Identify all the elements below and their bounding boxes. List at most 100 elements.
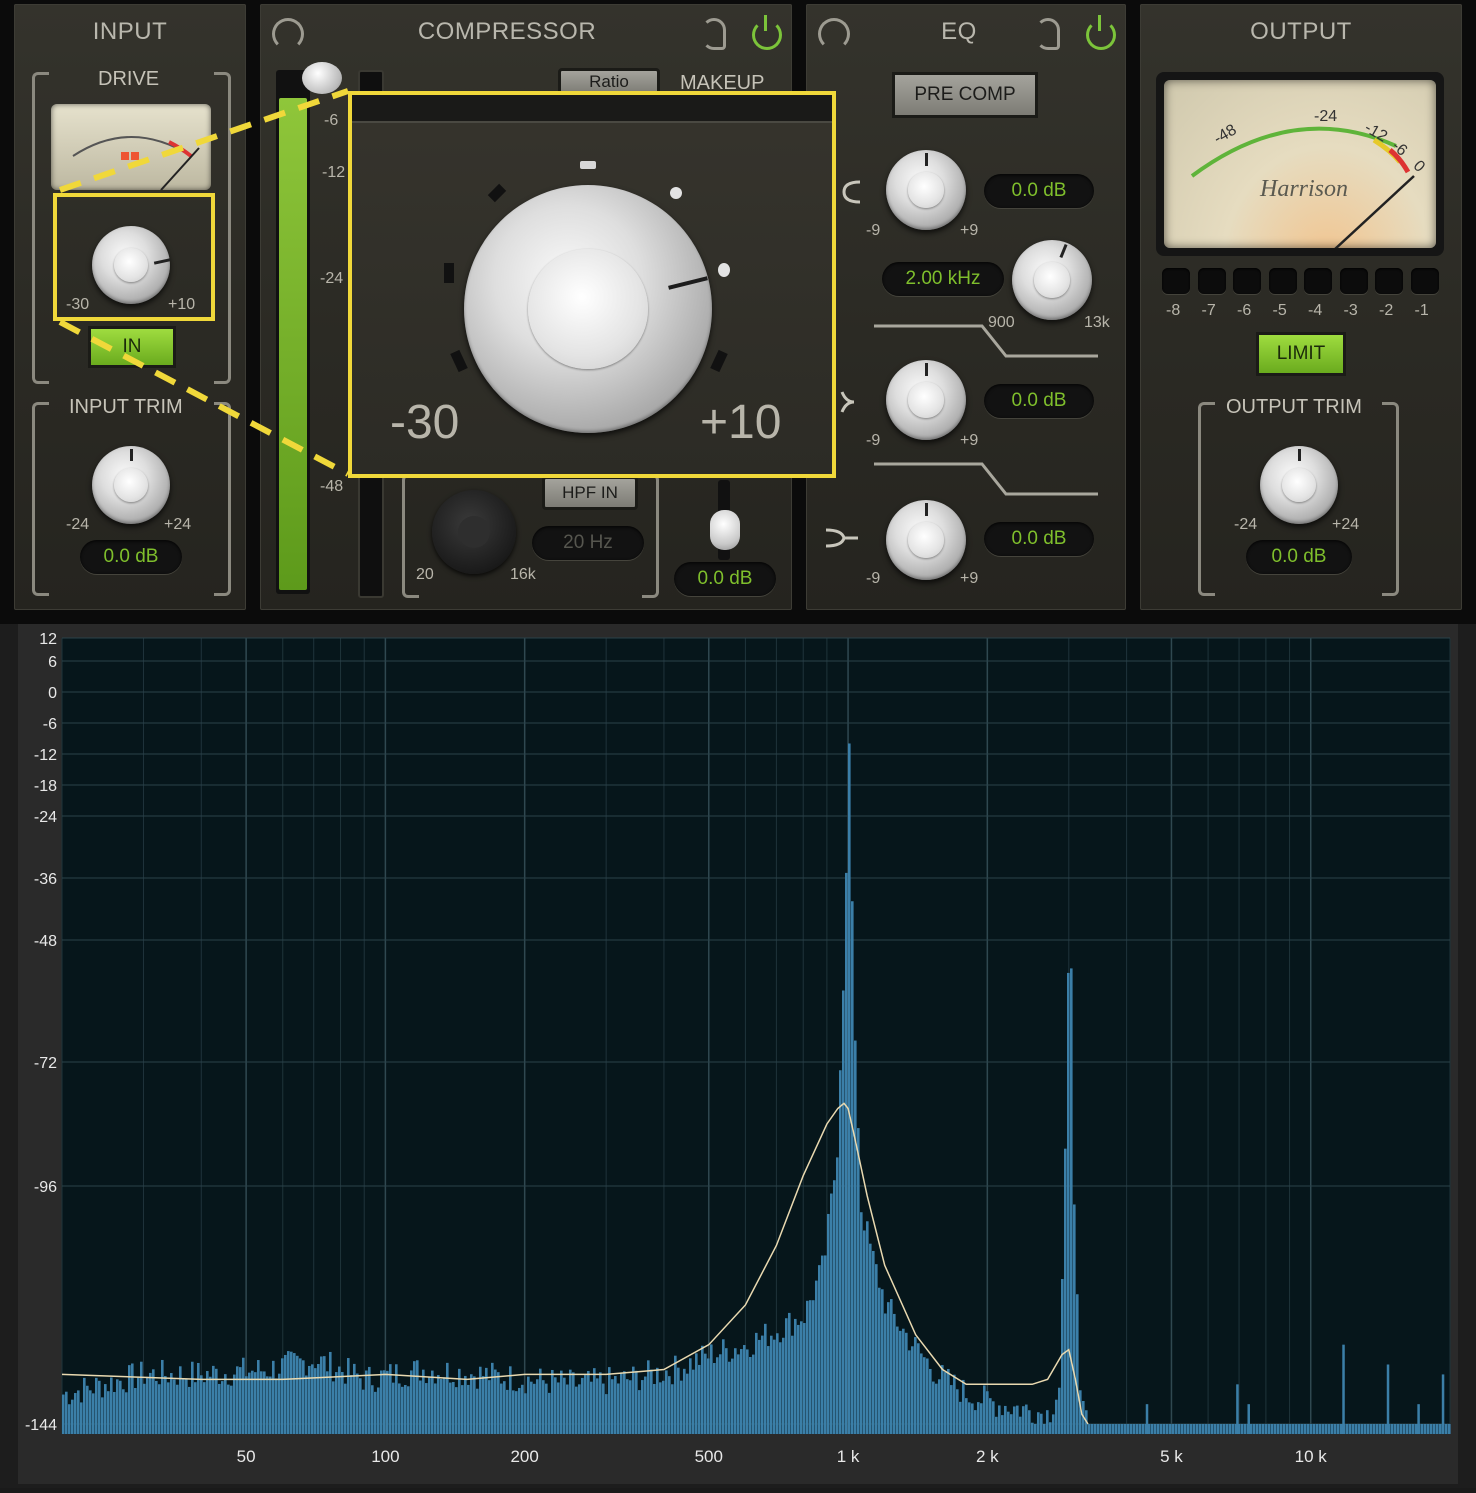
spectrum-bar bbox=[956, 1389, 959, 1434]
makeup-fader-handle[interactable] bbox=[710, 510, 740, 550]
spectrum-bar bbox=[455, 1387, 458, 1434]
eq-low-gain-value[interactable]: 0.0 dB bbox=[984, 174, 1094, 208]
spectrum-bar bbox=[320, 1356, 323, 1434]
x-tick-label: 50 bbox=[237, 1447, 256, 1466]
spectrum-bar bbox=[467, 1384, 470, 1434]
spectrum-bar bbox=[1115, 1424, 1118, 1434]
spectrum-bar bbox=[830, 1193, 833, 1434]
hpf-frequency-knob[interactable] bbox=[432, 490, 516, 574]
spectrum-bar bbox=[1259, 1424, 1262, 1434]
spectrum-bar bbox=[554, 1377, 557, 1434]
y-tick-label: -96 bbox=[34, 1179, 57, 1196]
spectrum-bar bbox=[851, 901, 854, 1434]
spectrum-bar bbox=[74, 1393, 77, 1434]
output-vu-meter: -48 -24 -12 -6 0 Harrison bbox=[1156, 72, 1444, 256]
spectrum-bar bbox=[302, 1360, 305, 1434]
spectrum-bar bbox=[1043, 1424, 1046, 1434]
spectrum-bar bbox=[686, 1373, 689, 1434]
spectrum-bar bbox=[638, 1390, 641, 1434]
eq-mid-gain-knob[interactable] bbox=[886, 360, 966, 440]
spectrum-bar bbox=[1025, 1404, 1028, 1434]
spectrum-bar bbox=[1010, 1414, 1013, 1434]
spectrum-bar bbox=[593, 1368, 596, 1434]
spectrum-bar bbox=[1172, 1424, 1175, 1434]
spectrum-bar bbox=[383, 1370, 386, 1434]
spectrum-bar bbox=[629, 1380, 632, 1434]
eq-frequency-knob[interactable] bbox=[1012, 240, 1092, 320]
spectrum-bar bbox=[209, 1376, 212, 1434]
spectrum-bar bbox=[494, 1369, 497, 1434]
input-trim-knob[interactable] bbox=[92, 446, 170, 524]
spectrum-bar bbox=[944, 1372, 947, 1434]
spectrum-bar bbox=[515, 1391, 518, 1434]
spectrum-bar bbox=[914, 1337, 917, 1434]
output-limit-button[interactable]: LIMIT bbox=[1256, 332, 1346, 376]
spectrum-bar bbox=[488, 1380, 491, 1434]
spectrum-bar bbox=[1178, 1424, 1181, 1434]
spectrum-bar bbox=[518, 1387, 521, 1434]
spectrum-bar bbox=[1298, 1424, 1301, 1434]
eq-listen-ear-icon[interactable] bbox=[1036, 18, 1060, 50]
makeup-value[interactable]: 0.0 dB bbox=[674, 562, 776, 596]
spectrum-bar bbox=[470, 1374, 473, 1434]
hpf-in-button[interactable]: HPF IN bbox=[542, 476, 638, 510]
eq-low-gain-knob[interactable] bbox=[886, 150, 966, 230]
spectrum-bar bbox=[1391, 1424, 1394, 1434]
spectrum-bar bbox=[965, 1398, 968, 1434]
spectrum-bar bbox=[1205, 1424, 1208, 1434]
spectrum-bar bbox=[1421, 1424, 1424, 1434]
spectrum-bar bbox=[1187, 1424, 1190, 1434]
drive-in-button[interactable]: IN bbox=[88, 326, 176, 368]
eq-high-gain-knob[interactable] bbox=[886, 500, 966, 580]
spectrum-bar bbox=[1154, 1424, 1157, 1434]
spectrum-bar bbox=[440, 1379, 443, 1434]
spectrum-bar bbox=[140, 1361, 143, 1434]
eq-power-icon[interactable] bbox=[1086, 15, 1116, 50]
spectrum-bar bbox=[1208, 1424, 1211, 1434]
spectrum-bar bbox=[881, 1289, 884, 1434]
spectrum-bar bbox=[392, 1382, 395, 1434]
spectrum-bar bbox=[521, 1384, 524, 1434]
spectrum-bar bbox=[692, 1369, 695, 1434]
hpf-frequency-value[interactable]: 20 Hz bbox=[532, 526, 644, 560]
spectrum-bar bbox=[1400, 1424, 1403, 1434]
compressor-power-icon[interactable] bbox=[752, 15, 782, 50]
output-trim-value[interactable]: 0.0 dB bbox=[1246, 540, 1352, 574]
spectrum-bar bbox=[374, 1391, 377, 1434]
spectrum-bar bbox=[635, 1370, 638, 1434]
spectrum-bar bbox=[533, 1383, 536, 1434]
eq-pre-comp-button[interactable]: PRE COMP bbox=[892, 72, 1038, 118]
spectrum-bar bbox=[350, 1375, 353, 1434]
spectrum-bar bbox=[65, 1391, 68, 1434]
spectrum-bar bbox=[1439, 1424, 1442, 1434]
spectrum-bar bbox=[365, 1370, 368, 1434]
spectrum-bar bbox=[1342, 1344, 1345, 1434]
spectrum-bar bbox=[1007, 1411, 1010, 1434]
spectrum-bar bbox=[1409, 1424, 1412, 1434]
compressor-listen-ear-icon[interactable] bbox=[702, 18, 726, 50]
input-trim-value[interactable]: 0.0 dB bbox=[80, 540, 182, 574]
spectrum-bar bbox=[1106, 1424, 1109, 1434]
spectrum-bar bbox=[839, 1070, 842, 1434]
eq-frequency-value[interactable]: 2.00 kHz bbox=[882, 262, 1004, 296]
compressor-threshold-handle[interactable] bbox=[302, 62, 342, 94]
spectrum-bar bbox=[713, 1363, 716, 1434]
spectrum-bar bbox=[230, 1385, 233, 1434]
spectrum-bar bbox=[908, 1350, 911, 1434]
spectrum-bar bbox=[1181, 1424, 1184, 1434]
eq-high-gain-value[interactable]: 0.0 dB bbox=[984, 522, 1094, 556]
spectrum-bar bbox=[125, 1392, 128, 1434]
drive-knob-highlight-box bbox=[53, 193, 215, 321]
spectrum-bar bbox=[1142, 1424, 1145, 1434]
spectrum-bar bbox=[734, 1348, 737, 1434]
eq-mid-gain-value[interactable]: 0.0 dB bbox=[984, 384, 1094, 418]
output-trim-knob[interactable] bbox=[1260, 446, 1338, 524]
spectrum-bar bbox=[452, 1382, 455, 1434]
harrison-logo: Harrison bbox=[1260, 176, 1349, 202]
spectrum-bar bbox=[1016, 1405, 1019, 1434]
output-led bbox=[1197, 268, 1226, 294]
x-tick-label: 1 k bbox=[837, 1447, 860, 1466]
spectrum-bar bbox=[128, 1365, 131, 1434]
spectrum-bar bbox=[596, 1378, 599, 1434]
spectrum-bar bbox=[266, 1376, 269, 1434]
